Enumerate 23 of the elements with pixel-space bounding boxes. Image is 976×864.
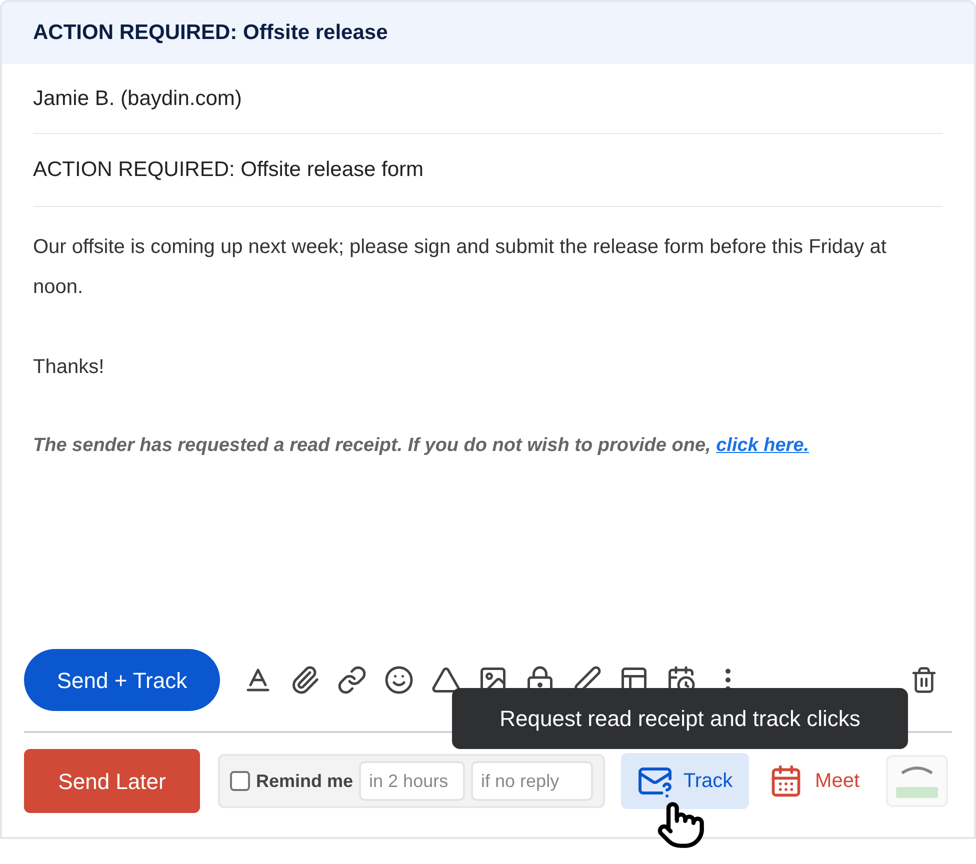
smiley-icon[interactable] <box>384 665 414 695</box>
send-later-button[interactable]: Send Later <box>24 749 200 813</box>
receipt-notice: The sender has requested a read receipt. If you do not wish to provide one, click here. <box>33 434 810 458</box>
condition-field[interactable]: if no reply <box>471 761 594 801</box>
track-button[interactable]: Track <box>621 753 750 809</box>
triangle-icon[interactable] <box>431 665 461 695</box>
remind-checkbox[interactable] <box>230 771 250 791</box>
meet-button[interactable]: Meet <box>757 753 872 809</box>
paperclip-icon[interactable] <box>290 665 320 695</box>
pointer-cursor-icon <box>656 800 706 850</box>
send-track-button[interactable]: Send + Track <box>24 649 220 711</box>
remind-label: Remind me <box>256 770 354 792</box>
recipient-field[interactable]: Jamie B. (baydin.com) <box>33 82 242 114</box>
link-icon[interactable] <box>337 665 367 695</box>
window-title: ACTION REQUIRED: Offsite release <box>33 20 388 46</box>
body-paragraph: Thanks! <box>33 355 106 380</box>
body-paragraph: Our offsite is coming up next week; please sign and submit the release form before this Friday at noon. <box>33 235 888 300</box>
click-here-link[interactable]: click here. <box>716 435 810 456</box>
trash-icon[interactable] <box>910 666 938 694</box>
time-field[interactable]: in 2 hours <box>359 761 466 801</box>
tooltip-text: Request read receipt and track clicks <box>500 705 860 733</box>
extension-button[interactable] <box>886 755 948 807</box>
subject-field[interactable]: ACTION REQUIRED: Offsite release form <box>33 154 424 186</box>
